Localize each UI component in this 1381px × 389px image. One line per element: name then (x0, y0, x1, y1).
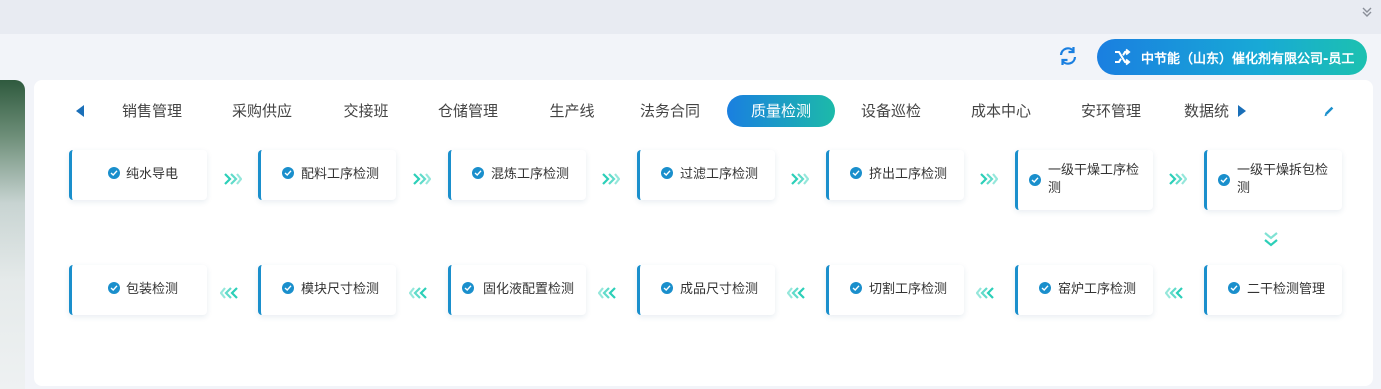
step-extrusion-inspection[interactable]: 挤出工序检测 (826, 150, 964, 200)
step-label: 固化液配置检测 (483, 282, 575, 297)
step-label: 窑炉工序检测 (1058, 282, 1137, 297)
step-mixing-inspection[interactable]: 混炼工序检测 (448, 150, 586, 200)
shuffle-icon (1113, 48, 1131, 66)
step-label: 混炼工序检测 (491, 167, 570, 182)
check-circle-icon (472, 167, 484, 179)
double-chevron-right-icon (602, 170, 621, 185)
double-chevron-right-icon (224, 170, 243, 185)
module-tabs: 销售管理 采购供应 交接班 仓储管理 生产线 法务合同 质量检测 设备巡检 成本… (34, 93, 1373, 129)
double-chevron-left-icon (408, 284, 427, 299)
check-circle-icon (1218, 174, 1230, 186)
double-chevron-right-icon (1169, 170, 1188, 185)
double-chevron-left-icon (597, 284, 616, 299)
step-label: 挤出工序检测 (869, 167, 948, 182)
check-circle-icon (1029, 174, 1041, 186)
step-label: 纯水导电 (126, 167, 179, 182)
step-cutting-inspection[interactable]: 切割工序检测 (826, 265, 964, 315)
tab-quality-inspection[interactable]: 质量检测 (727, 95, 835, 127)
tab-procurement[interactable]: 采购供应 (216, 95, 308, 127)
double-chevron-left-icon (219, 284, 238, 299)
check-circle-icon (462, 282, 474, 294)
step-secondary-drying-management[interactable]: 二干检测管理 (1204, 265, 1342, 315)
pencil-icon[interactable] (1322, 103, 1336, 117)
step-primary-drying-inspection[interactable]: 一级干燥工序检测 (1015, 150, 1153, 210)
check-circle-icon (661, 282, 673, 294)
double-chevron-down-icon (1264, 232, 1278, 248)
step-label: 模块尺寸检测 (301, 282, 380, 297)
step-kiln-inspection[interactable]: 窑炉工序检测 (1015, 265, 1153, 315)
check-circle-icon (108, 167, 120, 179)
tab-safety-environment[interactable]: 安环管理 (1065, 95, 1157, 127)
top-bar (0, 0, 1381, 34)
check-circle-icon (850, 282, 862, 294)
step-label: 过滤工序检测 (680, 167, 759, 182)
tab-shift-handover[interactable]: 交接班 (326, 95, 406, 127)
step-finished-size-inspection[interactable]: 成品尺寸检测 (637, 265, 775, 315)
double-chevron-left-icon (975, 284, 994, 299)
step-label: 一级干燥工序检测 (1048, 163, 1140, 196)
step-curing-solution-inspection[interactable]: 固化液配置检测 (448, 265, 586, 315)
step-label: 成品尺寸检测 (680, 282, 759, 297)
tabs-scroll-right-icon[interactable] (1238, 105, 1246, 117)
double-chevron-left-icon (786, 284, 805, 299)
tab-equipment-inspection[interactable]: 设备巡检 (845, 95, 937, 127)
step-batching-inspection[interactable]: 配料工序检测 (258, 150, 396, 200)
step-module-size-inspection[interactable]: 模块尺寸检测 (258, 265, 396, 315)
double-chevron-right-icon (980, 170, 999, 185)
tabs-scroll-left-icon[interactable] (76, 105, 84, 117)
tab-sales[interactable]: 销售管理 (106, 95, 198, 127)
step-packaging-inspection[interactable]: 包装检测 (69, 265, 207, 315)
tab-cost-center[interactable]: 成本中心 (955, 95, 1047, 127)
step-label: 切割工序检测 (869, 282, 948, 297)
check-circle-icon (108, 282, 120, 294)
check-circle-icon (1039, 282, 1051, 294)
step-label: 一级干燥拆包检测 (1237, 163, 1329, 196)
check-circle-icon (850, 167, 862, 179)
refresh-icon[interactable] (1056, 44, 1080, 68)
double-chevron-right-icon (791, 170, 810, 185)
check-circle-icon (282, 282, 294, 294)
step-primary-drying-unpacking-inspection[interactable]: 一级干燥拆包检测 (1204, 150, 1342, 210)
check-circle-icon (661, 167, 673, 179)
company-label: 中节能（山东）催化剂有限公司-员工 (1141, 51, 1355, 67)
step-filtering-inspection[interactable]: 过滤工序检测 (637, 150, 775, 200)
company-switch-button[interactable]: 中节能（山东）催化剂有限公司-员工 (1097, 39, 1367, 75)
tab-data-statistics[interactable]: 数据统 (1184, 95, 1232, 127)
tab-legal-contracts[interactable]: 法务合同 (624, 95, 716, 127)
step-pure-water-conductivity[interactable]: 纯水导电 (69, 150, 207, 200)
double-chevron-right-icon (413, 170, 432, 185)
tab-warehouse[interactable]: 仓储管理 (422, 95, 514, 127)
step-label: 包装检测 (126, 282, 179, 297)
chevrons-down-icon[interactable] (1361, 6, 1373, 20)
step-label: 配料工序检测 (301, 167, 380, 182)
tab-production-line[interactable]: 生产线 (532, 95, 612, 127)
check-circle-icon (282, 167, 294, 179)
background-landscape-image (0, 80, 25, 389)
check-circle-icon (1228, 282, 1240, 294)
step-label: 二干检测管理 (1247, 282, 1326, 297)
double-chevron-left-icon (1164, 284, 1183, 299)
